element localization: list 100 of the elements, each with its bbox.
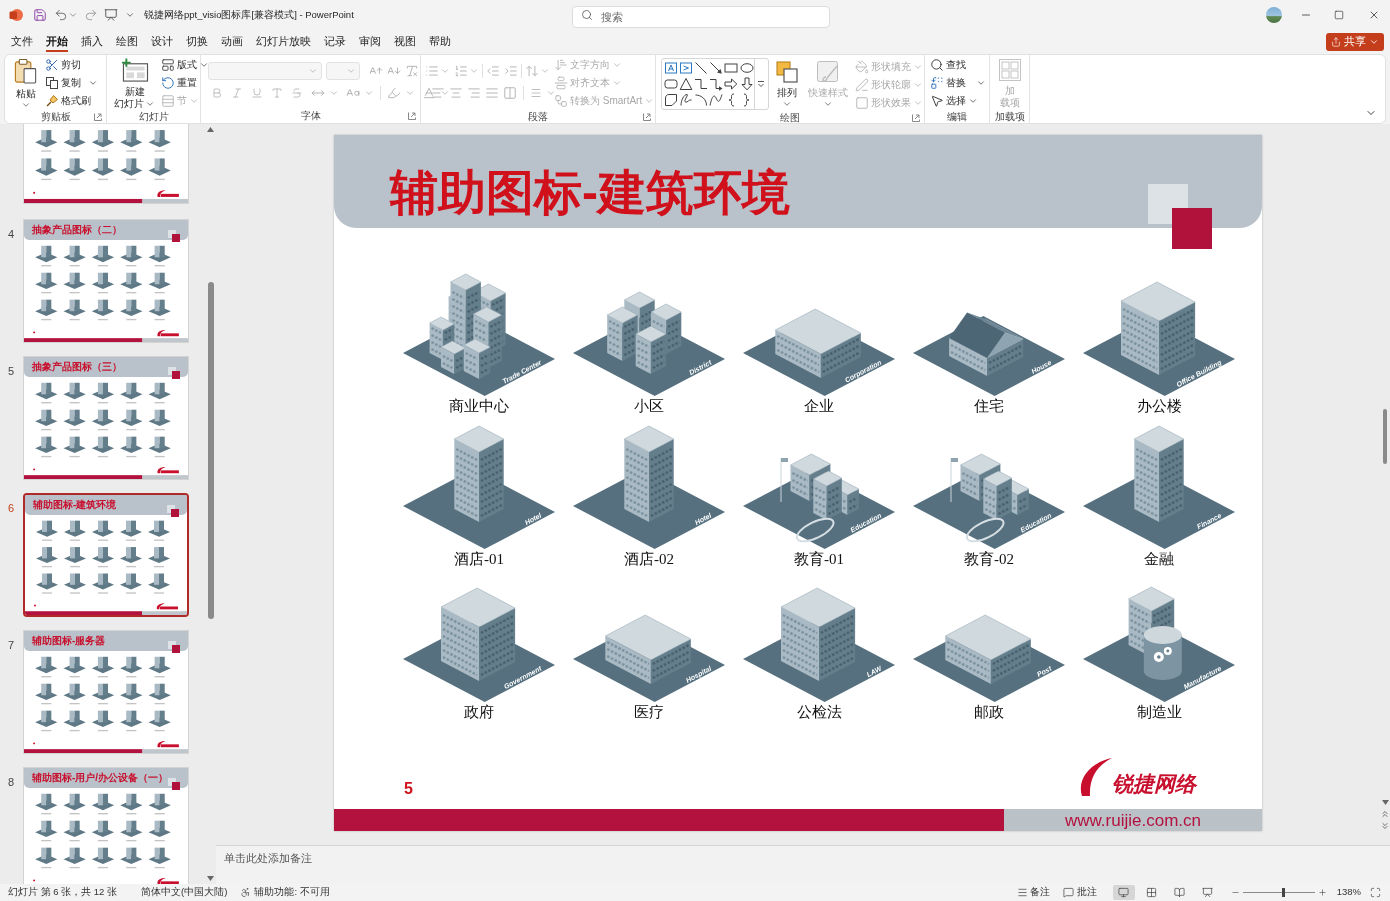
sort-arrow-icon: [554, 58, 568, 72]
dialog-launcher-icon[interactable]: [94, 112, 102, 121]
caret-icon[interactable]: [88, 78, 98, 88]
right-arrow-icon[interactable]: [724, 77, 739, 91]
fit-to-window-icon[interactable]: [1370, 887, 1381, 898]
ribbon-tab[interactable]: 开始: [46, 32, 68, 52]
previous-slide-icon[interactable]: [1380, 809, 1390, 819]
ribbon-tab[interactable]: 动画: [221, 32, 243, 52]
ribbon-tab[interactable]: 审阅: [359, 32, 381, 52]
ribbon-tab[interactable]: 记录: [324, 32, 346, 52]
dialog-launcher-icon[interactable]: [912, 114, 920, 122]
scissors-icon: [45, 58, 59, 72]
building-caption: 酒店-02: [624, 550, 674, 569]
slide-number: 7: [8, 639, 15, 651]
caret-icon: [1369, 37, 1379, 47]
maximize-icon[interactable]: [1334, 10, 1344, 20]
next-slide-icon[interactable]: [1380, 821, 1390, 831]
ribbon-tab[interactable]: 视图: [394, 32, 416, 52]
group-label: 剪贴板: [40, 110, 71, 123]
triangle-icon[interactable]: [679, 77, 694, 91]
ribbon-tab[interactable]: 切换: [186, 32, 208, 52]
format-painter-button[interactable]: 格式刷: [44, 92, 92, 110]
freeform-icon[interactable]: [664, 93, 678, 107]
elbow-connector-icon[interactable]: [694, 77, 709, 91]
presentation-icon[interactable]: [104, 8, 118, 22]
scroll-down-icon[interactable]: [207, 876, 214, 881]
zoom-level[interactable]: 138%: [1336, 885, 1361, 900]
arc-icon[interactable]: [694, 93, 709, 107]
scrollbar-thumb[interactable]: [1383, 409, 1387, 464]
accessibility-icon: [240, 887, 252, 898]
scrollbar-thumb[interactable]: [207, 282, 214, 619]
scribble-icon[interactable]: [679, 93, 694, 107]
share-button[interactable]: 共享: [1326, 33, 1384, 51]
caret-icon: [440, 66, 450, 76]
elbow-arrow-icon[interactable]: [709, 77, 724, 91]
arrow-line-icon[interactable]: [709, 61, 724, 75]
ribbon-tab[interactable]: 幻灯片放映: [256, 32, 311, 52]
caret-icon: [540, 66, 550, 76]
undo-icon[interactable]: [54, 8, 68, 22]
rounded-rectangle-icon[interactable]: [664, 77, 678, 91]
slide-number: 5: [404, 781, 413, 797]
ribbon-tab[interactable]: 插入: [81, 32, 103, 52]
accessibility-button[interactable]: 辅助功能: 不可用: [240, 885, 330, 900]
caret-icon: [68, 10, 78, 20]
copy-button[interactable]: 复制: [44, 74, 82, 92]
building-caption: 办公楼: [1136, 397, 1182, 416]
paste-button[interactable]: 粘贴: [11, 56, 41, 110]
line-icon[interactable]: [694, 61, 709, 75]
notes-field[interactable]: 单击此处添加备注: [216, 846, 1390, 884]
search-icon: [930, 58, 944, 72]
down-arrow-icon[interactable]: [739, 77, 754, 91]
ribbon-tab[interactable]: 帮助: [429, 32, 451, 52]
save-icon[interactable]: [33, 8, 47, 22]
vertical-text-box-icon[interactable]: [679, 61, 694, 75]
ribbon-tab[interactable]: 文件: [11, 32, 33, 52]
new-slide-button[interactable]: 新建 幻灯片: [111, 56, 158, 110]
zoom-slider[interactable]: [1242, 887, 1315, 898]
avatar[interactable]: [1266, 7, 1282, 23]
close-icon[interactable]: [1368, 9, 1380, 21]
thumbnail-title: 辅助图标-建筑环境: [33, 499, 117, 511]
thumbnail-title: 辅助图标-用户/办公设备（一）: [32, 772, 169, 784]
select-button[interactable]: 选择: [929, 92, 979, 110]
ribbon-tab[interactable]: 绘图: [116, 32, 138, 52]
caret-icon: [189, 96, 199, 106]
caret-icon[interactable]: [125, 10, 135, 20]
zoom-in-icon[interactable]: [1317, 888, 1327, 897]
caret-icon: [405, 88, 415, 98]
building-caption: 教育-02: [964, 550, 1014, 569]
share-icon: [1331, 37, 1341, 47]
slide-number: 4: [8, 228, 15, 240]
normal-view-button[interactable]: [1112, 885, 1135, 900]
slide-thumbnail[interactable]: [23, 124, 189, 204]
caret-icon: [644, 96, 655, 106]
thumbnail-title: 辅助图标-服务器: [32, 635, 106, 647]
paint-bucket-icon: [855, 60, 869, 74]
cut-button[interactable]: 剪切: [44, 56, 82, 74]
notes-button[interactable]: 备注: [1016, 885, 1050, 900]
text-box-icon[interactable]: [664, 61, 678, 75]
redo-icon[interactable]: [84, 8, 98, 22]
curve-icon[interactable]: [709, 93, 724, 107]
find-button[interactable]: 查找: [929, 56, 967, 74]
lines-icon: [1016, 887, 1028, 898]
scroll-down-icon[interactable]: [1381, 800, 1389, 805]
quick-styles-icon: [816, 60, 840, 84]
comments-button[interactable]: 批注: [1062, 885, 1097, 900]
zoom-slider-thumb[interactable]: [1282, 888, 1286, 897]
arrange-button[interactable]: 排列: [772, 58, 802, 112]
replace-button[interactable]: 替换: [929, 74, 967, 92]
layout-button[interactable]: 版式: [160, 56, 210, 74]
ellipse-icon[interactable]: [739, 61, 754, 75]
language-status[interactable]: 简体中文(中国大陆): [141, 885, 228, 900]
corner-squares-icon: [167, 505, 179, 517]
scroll-up-icon[interactable]: [207, 127, 214, 132]
search-field[interactable]: 搜索: [572, 6, 830, 28]
caret-icon: [21, 100, 31, 110]
layout-icon: [161, 58, 175, 72]
corner-squares-icon: [168, 641, 180, 653]
reset-button[interactable]: 重置: [160, 74, 198, 92]
ribbon-tab[interactable]: 设计: [151, 32, 173, 52]
caret-icon: [346, 66, 356, 76]
